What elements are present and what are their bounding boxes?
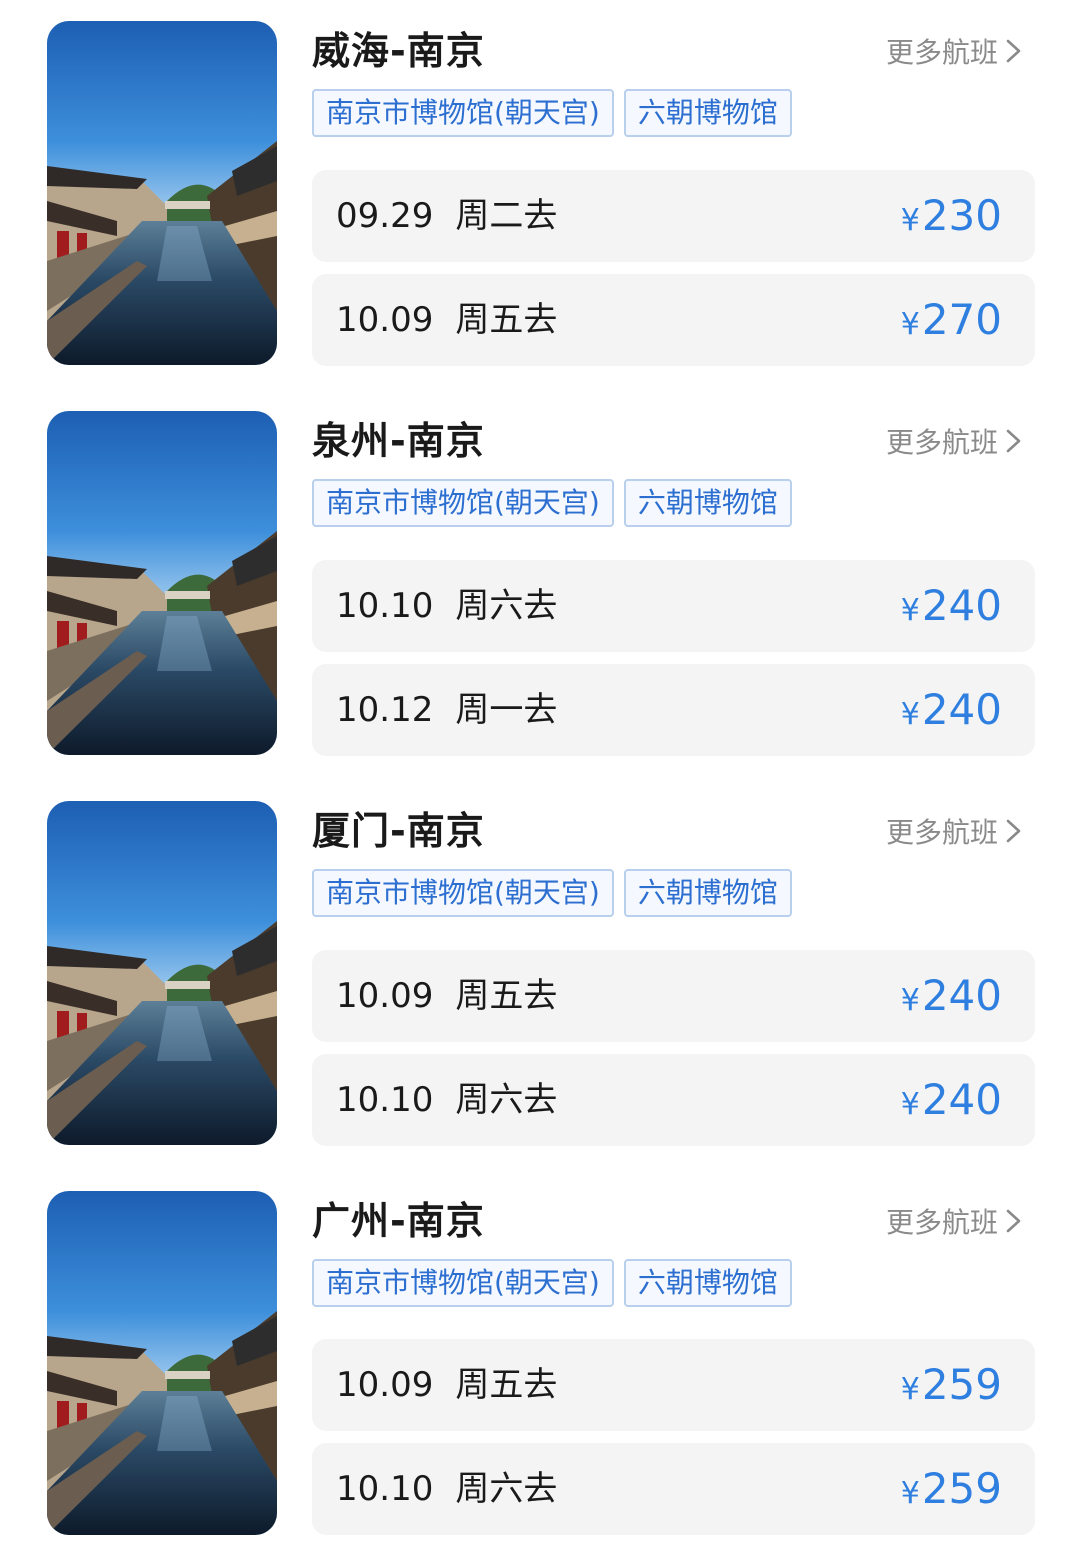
- route-title: 厦门-南京: [312, 809, 485, 853]
- flight-option-row[interactable]: 10.12 周一去 ¥240: [312, 664, 1035, 756]
- flight-date: 10.12 周一去: [336, 690, 558, 730]
- attraction-tag[interactable]: 南京市博物馆(朝天宫): [312, 1259, 614, 1307]
- route-title: 威海-南京: [312, 29, 485, 73]
- flight-date: 10.09 周五去: [336, 300, 558, 340]
- flight-price: ¥240: [900, 581, 1002, 630]
- attraction-tags: 南京市博物馆(朝天宫) 六朝博物馆: [312, 1259, 792, 1307]
- flight-date: 09.29 周二去: [336, 196, 558, 236]
- destination-photo[interactable]: [47, 1191, 277, 1535]
- flight-date: 10.10 周六去: [336, 1469, 558, 1509]
- flight-option-row[interactable]: 10.10 周六去 ¥240: [312, 560, 1035, 652]
- attraction-tag[interactable]: 六朝博物馆: [623, 479, 792, 527]
- flight-weekday: 周六去: [455, 586, 558, 626]
- attraction-tag[interactable]: 南京市博物馆(朝天宫): [312, 479, 614, 527]
- more-flights-link[interactable]: 更多航班: [886, 1203, 1026, 1239]
- more-flights-label: 更多航班: [885, 816, 998, 849]
- route-card[interactable]: 泉州-南京 更多航班 南京市博物馆(朝天宫) 六朝博物馆 10.10 周六去 ¥2…: [0, 411, 1080, 757]
- chevron-right-icon: [1002, 813, 1026, 849]
- chevron-right-icon: [1002, 423, 1026, 459]
- flight-price: ¥240: [900, 1075, 1002, 1124]
- flight-price: ¥240: [900, 685, 1002, 734]
- flight-option-row[interactable]: 10.10 周六去 ¥240: [312, 1054, 1035, 1146]
- flight-weekday: 周一去: [455, 690, 558, 730]
- flight-weekday: 周五去: [455, 300, 558, 340]
- attraction-tag[interactable]: 南京市博物馆(朝天宫): [312, 869, 614, 917]
- more-flights-link[interactable]: 更多航班: [886, 813, 1026, 849]
- attraction-tag[interactable]: 六朝博物馆: [623, 89, 792, 137]
- flight-option-row[interactable]: 10.10 周六去 ¥259: [312, 1443, 1035, 1535]
- more-flights-link[interactable]: 更多航班: [886, 33, 1026, 69]
- flight-date: 10.10 周六去: [336, 1080, 558, 1120]
- flight-date: 10.10 周六去: [336, 586, 558, 626]
- flight-weekday: 周六去: [455, 1080, 558, 1120]
- flight-price: ¥259: [900, 1464, 1002, 1513]
- route-card[interactable]: 厦门-南京 更多航班 南京市博物馆(朝天宫) 六朝博物馆 10.09 周五去 ¥2…: [0, 801, 1080, 1147]
- flight-date: 10.09 周五去: [336, 1365, 558, 1405]
- route-title: 广州-南京: [312, 1199, 485, 1243]
- flight-date: 10.09 周五去: [336, 976, 558, 1016]
- flight-option-row[interactable]: 10.09 周五去 ¥259: [312, 1339, 1035, 1431]
- flight-weekday: 周二去: [455, 196, 558, 236]
- flight-weekday: 周六去: [455, 1469, 558, 1509]
- flight-price: ¥270: [900, 295, 1002, 344]
- attraction-tag[interactable]: 六朝博物馆: [623, 1259, 792, 1307]
- attraction-tags: 南京市博物馆(朝天宫) 六朝博物馆: [312, 869, 792, 917]
- flight-price: ¥230: [900, 191, 1002, 240]
- route-card[interactable]: 威海-南京 更多航班 南京市博物馆(朝天宫) 六朝博物馆 09.29 周二去 ¥2…: [0, 21, 1080, 367]
- destination-photo[interactable]: [47, 21, 277, 365]
- flight-price: ¥259: [900, 1360, 1002, 1409]
- attraction-tags: 南京市博物馆(朝天宫) 六朝博物馆: [312, 479, 792, 527]
- flight-weekday: 周五去: [455, 1365, 558, 1405]
- chevron-right-icon: [1002, 1203, 1026, 1239]
- chevron-right-icon: [1002, 33, 1026, 69]
- route-title: 泉州-南京: [312, 419, 485, 463]
- flight-option-row[interactable]: 10.09 周五去 ¥270: [312, 274, 1035, 366]
- more-flights-label: 更多航班: [885, 1206, 998, 1239]
- flight-option-row[interactable]: 10.09 周五去 ¥240: [312, 950, 1035, 1042]
- destination-photo[interactable]: [47, 411, 277, 755]
- attraction-tag[interactable]: 六朝博物馆: [623, 869, 792, 917]
- more-flights-label: 更多航班: [885, 36, 998, 69]
- route-card[interactable]: 广州-南京 更多航班 南京市博物馆(朝天宫) 六朝博物馆 10.09 周五去 ¥2…: [0, 1191, 1080, 1537]
- more-flights-label: 更多航班: [885, 426, 998, 459]
- attraction-tag[interactable]: 南京市博物馆(朝天宫): [312, 89, 614, 137]
- flight-price: ¥240: [900, 971, 1002, 1020]
- attraction-tags: 南京市博物馆(朝天宫) 六朝博物馆: [312, 89, 792, 137]
- more-flights-link[interactable]: 更多航班: [886, 423, 1026, 459]
- flight-weekday: 周五去: [455, 976, 558, 1016]
- destination-photo[interactable]: [47, 801, 277, 1145]
- flight-option-row[interactable]: 09.29 周二去 ¥230: [312, 170, 1035, 262]
